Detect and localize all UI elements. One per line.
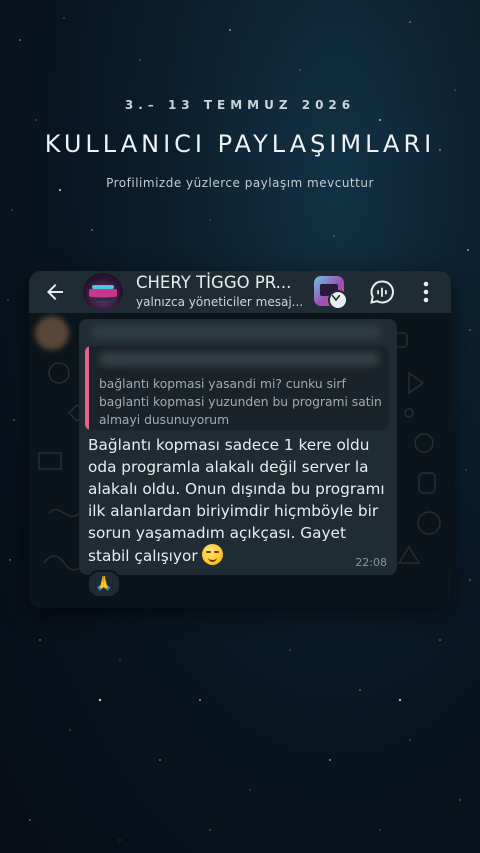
smiling-face-emoji-icon [201, 544, 223, 565]
chat-header: CHERY TİGGO PR... yalnızca yöneticiler m… [29, 271, 451, 313]
reaction-badge[interactable]: 🙏 [87, 570, 121, 598]
message-bubble[interactable]: bağlantı kopmasi yasandi mi? cunku sirf … [79, 319, 397, 575]
quoted-sender-blurred [99, 352, 379, 366]
quoted-message[interactable]: bağlantı kopmasi yasandi mi? cunku sirf … [85, 346, 389, 430]
chevron-down-icon [328, 290, 348, 310]
chat-status: yalnızca yöneticiler mesaj... [136, 295, 304, 309]
message-text: Bağlantı kopması sadece 1 kere oldu oda … [88, 434, 388, 567]
more-vertical-icon[interactable] [419, 279, 433, 305]
folded-hands-emoji-icon: 🙏 [95, 576, 113, 592]
voice-chat-icon[interactable] [369, 279, 395, 305]
arrow-left-icon[interactable] [43, 280, 67, 304]
promo-dates: 3.– 13 TEMMUZ 2026 [124, 98, 356, 112]
group-avatar[interactable] [83, 273, 123, 311]
message-time: 22:08 [355, 556, 387, 569]
promo-title: KULLANICI PAYLAŞIMLARI [44, 130, 436, 158]
sender-avatar[interactable] [35, 316, 69, 350]
chat-name[interactable]: CHERY TİGGO PR... [136, 273, 291, 292]
message-body: Bağlantı kopması sadece 1 kere oldu oda … [88, 436, 385, 565]
quote-accent-bar [85, 346, 89, 430]
chat-screenshot-card: CHERY TİGGO PR... yalnızca yöneticiler m… [29, 271, 451, 608]
profile-avatar[interactable] [314, 276, 348, 310]
sender-name-blurred [91, 325, 381, 339]
quoted-text: bağlantı kopmasi yasandi mi? cunku sirf … [99, 377, 382, 427]
promo-subtitle: Profilimizde yüzlerce paylaşım mevcuttur [106, 176, 374, 190]
